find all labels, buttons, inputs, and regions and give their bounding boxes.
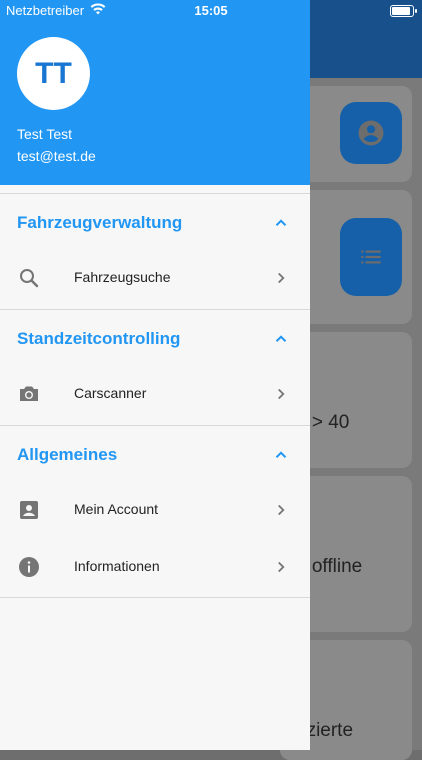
divider [0,309,310,310]
battery-icon [390,5,417,17]
clock: 15:05 [194,3,228,18]
menu-item-label: Fahrzeugsuche [74,269,171,285]
status-bar: Netzbetreiber 15:05 [0,0,422,22]
info-icon [19,557,39,577]
chevron-right-icon [278,504,285,516]
section-title-allgemeines[interactable]: Allgemeines [17,445,117,465]
menu-item-label: Carscanner [74,385,147,401]
account-circle-icon [358,120,384,146]
chevron-up-icon[interactable] [272,330,290,348]
chevron-up-icon[interactable] [272,214,290,232]
avatar[interactable]: TT [17,37,90,110]
divider [0,193,310,194]
account-box-icon [20,501,38,519]
section-title-fahrzeugverwaltung[interactable]: Fahrzeugverwaltung [17,213,182,233]
section-title-standzeitcontrolling[interactable]: Standzeitcontrolling [17,329,180,349]
chevron-right-icon [278,388,285,400]
menu-item-carscanner[interactable]: Carscanner [0,366,310,422]
navigation-drawer: TT Test Test test@test.de Fahrzeugverwal… [0,0,310,750]
list-icon [361,250,381,264]
camera-icon [20,386,38,401]
menu-item-fahrzeugsuche[interactable]: Fahrzeugsuche [0,250,310,306]
menu-item-label: Informationen [74,558,160,574]
search-icon [20,269,39,288]
menu-item-informationen[interactable]: Informationen [0,539,310,595]
profile-button[interactable] [340,102,402,164]
menu-item-label: Mein Account [74,501,159,517]
list-button[interactable] [340,218,402,296]
divider [0,597,310,598]
chevron-right-icon [278,272,285,284]
divider [0,425,310,426]
user-email: test@test.de [17,148,96,164]
user-name: Test Test [17,126,72,142]
chevron-right-icon [278,561,285,573]
menu-item-mein-account[interactable]: Mein Account [0,482,310,538]
drawer-header: TT Test Test test@test.de [0,0,310,185]
chevron-up-icon[interactable] [272,446,290,464]
